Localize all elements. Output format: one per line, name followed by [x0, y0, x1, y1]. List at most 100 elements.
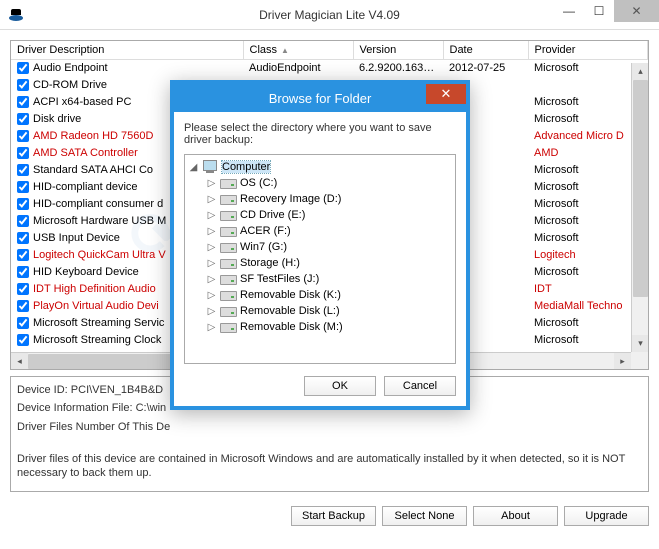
- tree-item[interactable]: ▷Storage (H:): [187, 255, 453, 271]
- col-class[interactable]: Class▲: [243, 41, 353, 60]
- driver-provider: Microsoft: [528, 213, 648, 230]
- collapse-icon[interactable]: ◢: [189, 162, 198, 173]
- driver-provider: Microsoft: [528, 179, 648, 196]
- dialog-button-row: OK Cancel: [184, 376, 456, 396]
- tree-item[interactable]: ▷ Removable Disk (M:): [187, 319, 453, 335]
- drive-icon: [220, 176, 236, 190]
- row-checkbox[interactable]: [17, 283, 29, 295]
- scroll-left-icon[interactable]: ◂: [11, 353, 28, 370]
- row-checkbox[interactable]: [17, 266, 29, 278]
- select-none-button[interactable]: Select None: [382, 506, 467, 526]
- driver-desc: Standard SATA AHCI Co: [33, 164, 153, 176]
- expand-icon[interactable]: ▷: [207, 242, 216, 253]
- row-checkbox[interactable]: [17, 300, 29, 312]
- col-provider[interactable]: Provider: [528, 41, 648, 60]
- dialog-prompt: Please select the directory where you wa…: [184, 122, 456, 146]
- scroll-thumb[interactable]: [633, 80, 648, 297]
- driver-provider: Microsoft: [528, 162, 648, 179]
- expand-icon[interactable]: ▷: [207, 258, 216, 269]
- maximize-button[interactable]: ☐: [584, 0, 614, 22]
- tree-item[interactable]: ▷OS (C:): [187, 175, 453, 191]
- driver-desc: Disk drive: [33, 113, 81, 125]
- window-buttons: — ☐ ✕: [554, 0, 659, 22]
- expand-icon[interactable]: ▷: [207, 210, 216, 221]
- expand-icon[interactable]: ▷: [207, 306, 216, 317]
- driver-desc: Audio Endpoint: [33, 62, 108, 74]
- driver-desc: AMD Radeon HD 7560D: [33, 130, 153, 142]
- row-checkbox[interactable]: [17, 249, 29, 261]
- tree-label: Removable Disk (L:): [240, 305, 340, 317]
- sort-asc-icon: ▲: [281, 46, 289, 55]
- expand-icon[interactable]: ▷: [207, 322, 216, 333]
- col-version[interactable]: Version: [353, 41, 443, 60]
- driver-provider: AMD: [528, 145, 648, 162]
- driver-provider: Microsoft: [528, 94, 648, 111]
- upgrade-button[interactable]: Upgrade: [564, 506, 649, 526]
- tree-item[interactable]: ▷ Removable Disk (L:): [187, 303, 453, 319]
- start-backup-button[interactable]: Start Backup: [291, 506, 376, 526]
- tree-label: ACER (F:): [240, 225, 291, 237]
- about-button[interactable]: About: [473, 506, 558, 526]
- expand-icon[interactable]: ▷: [207, 178, 216, 189]
- row-checkbox[interactable]: [17, 334, 29, 346]
- expand-icon[interactable]: ▷: [207, 274, 216, 285]
- driver-provider: [528, 77, 648, 94]
- tree-label: Removable Disk (M:): [240, 321, 343, 333]
- row-checkbox[interactable]: [17, 113, 29, 125]
- folder-tree[interactable]: ◢ Computer ▷OS (C:)▷Recovery Image (D:)▷…: [184, 154, 456, 364]
- dialog-titlebar: Browse for Folder ✕: [174, 84, 466, 112]
- scroll-down-icon[interactable]: ▾: [632, 335, 649, 352]
- driver-date: 2012-07-25: [443, 60, 528, 77]
- expand-icon[interactable]: ▷: [207, 194, 216, 205]
- driver-provider: Microsoft: [528, 111, 648, 128]
- scroll-up-icon[interactable]: ▴: [632, 63, 649, 80]
- driver-provider: MediaMall Techno: [528, 298, 648, 315]
- row-checkbox[interactable]: [17, 215, 29, 227]
- tree-item[interactable]: ▷ CD Drive (E:): [187, 207, 453, 223]
- col-date[interactable]: Date: [443, 41, 528, 60]
- tree-root-computer[interactable]: ◢ Computer: [187, 159, 453, 175]
- drive-icon: [220, 224, 236, 238]
- tree-label: SF TestFiles (J:): [240, 273, 319, 285]
- ok-button[interactable]: OK: [304, 376, 376, 396]
- row-checkbox[interactable]: [17, 232, 29, 244]
- expand-icon[interactable]: ▷: [207, 226, 216, 237]
- col-description[interactable]: Driver Description: [11, 41, 243, 60]
- row-checkbox[interactable]: [17, 79, 29, 91]
- row-checkbox[interactable]: [17, 96, 29, 108]
- scroll-right-icon[interactable]: ▸: [614, 353, 631, 370]
- tree-item[interactable]: ▷ Removable Disk (K:): [187, 287, 453, 303]
- driver-provider: IDT: [528, 281, 648, 298]
- dialog-close-button[interactable]: ✕: [426, 84, 466, 104]
- drive-icon: [220, 240, 236, 254]
- row-checkbox[interactable]: [17, 317, 29, 329]
- row-checkbox[interactable]: [17, 62, 29, 74]
- drive-icon: [220, 288, 236, 302]
- table-row[interactable]: Audio EndpointAudioEndpoint6.2.9200.163……: [11, 60, 648, 77]
- minimize-button[interactable]: —: [554, 0, 584, 22]
- tree-label: CD Drive (E:): [240, 209, 305, 221]
- tree-label: Computer: [222, 161, 270, 173]
- row-checkbox[interactable]: [17, 198, 29, 210]
- cancel-button[interactable]: Cancel: [384, 376, 456, 396]
- close-button[interactable]: ✕: [614, 0, 659, 22]
- dialog-body: Please select the directory where you wa…: [174, 112, 466, 406]
- driver-desc: ACPI x64-based PC: [33, 96, 131, 108]
- tree-item[interactable]: ▷ SF TestFiles (J:): [187, 271, 453, 287]
- tree-label: Removable Disk (K:): [240, 289, 341, 301]
- tree-item[interactable]: ▷Win7 (G:): [187, 239, 453, 255]
- tree-item[interactable]: ▷Recovery Image (D:): [187, 191, 453, 207]
- dialog-title: Browse for Folder: [269, 91, 372, 106]
- row-checkbox[interactable]: [17, 181, 29, 193]
- button-row: Start Backup Select None About Upgrade: [10, 498, 649, 530]
- driver-desc: USB Input Device: [33, 232, 120, 244]
- row-checkbox[interactable]: [17, 147, 29, 159]
- drive-icon: [220, 256, 236, 270]
- row-checkbox[interactable]: [17, 164, 29, 176]
- expand-icon[interactable]: ▷: [207, 290, 216, 301]
- row-checkbox[interactable]: [17, 130, 29, 142]
- tree-item[interactable]: ▷ ACER (F:): [187, 223, 453, 239]
- vertical-scrollbar[interactable]: ▴ ▾: [631, 63, 648, 352]
- drive-icon: [220, 192, 236, 206]
- scroll-corner: [631, 352, 648, 369]
